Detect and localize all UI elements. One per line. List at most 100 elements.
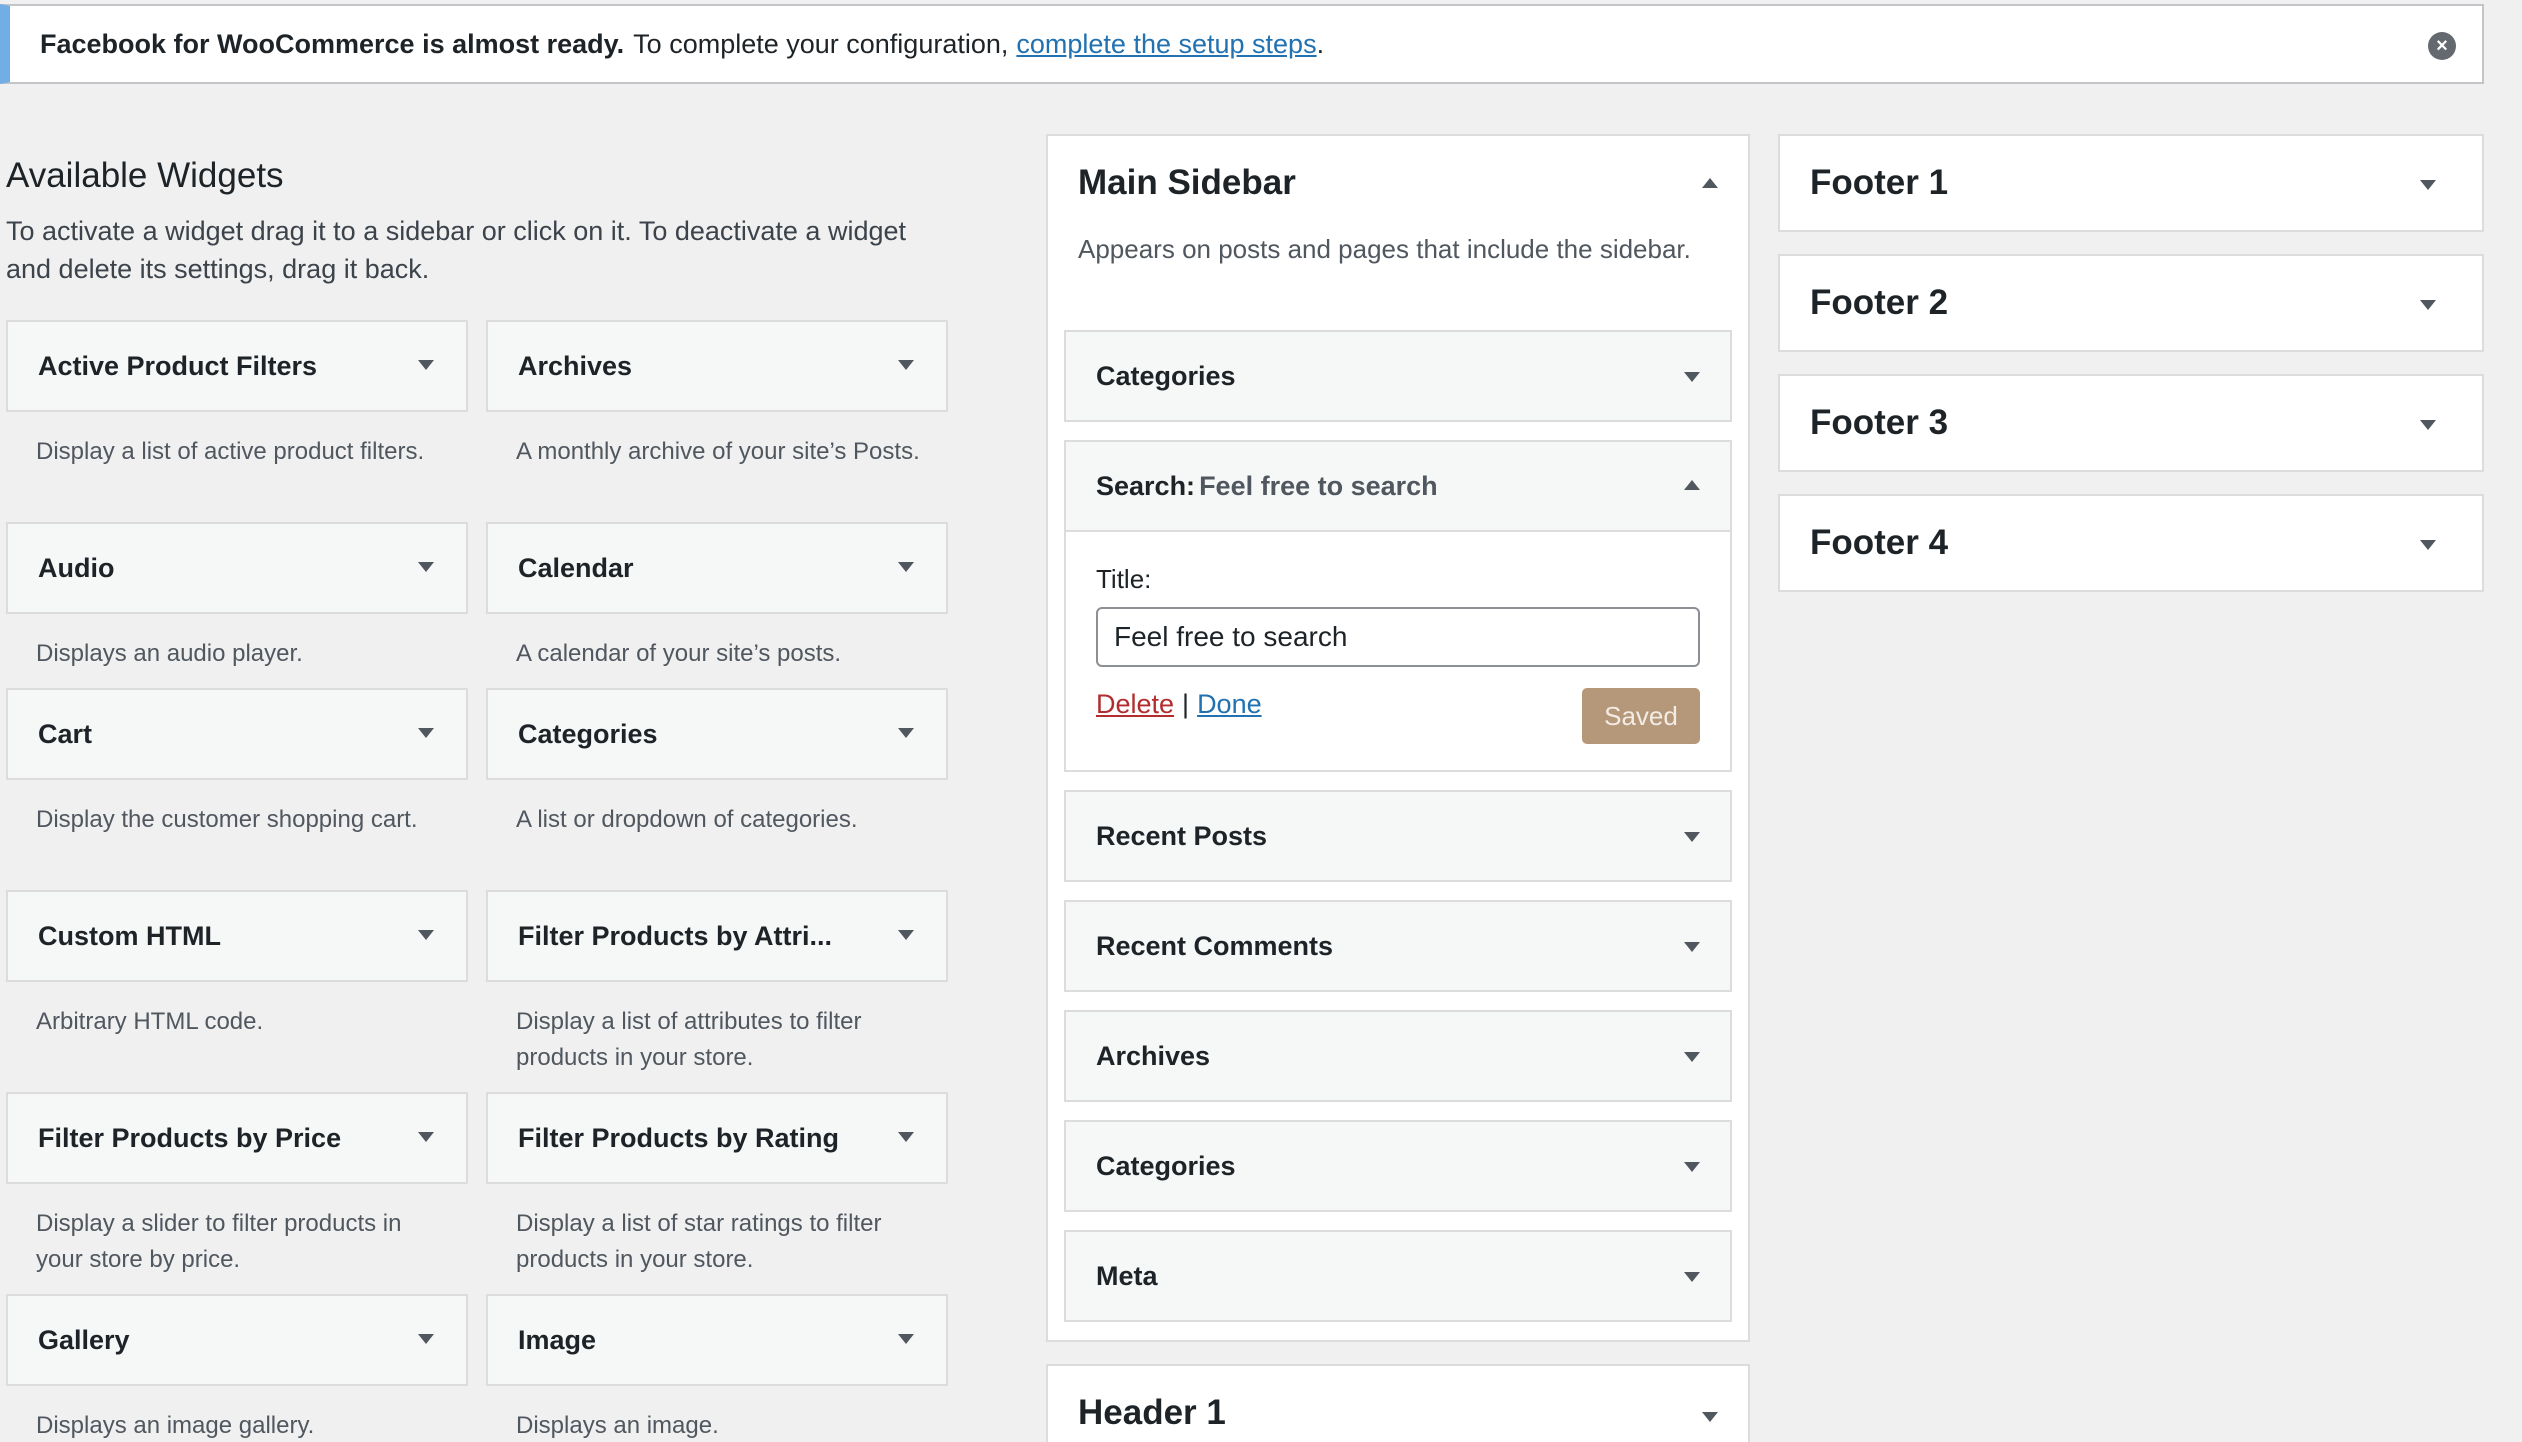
widget-title-bar[interactable]: Filter Products by Price [6,1092,468,1184]
sidebar-widget-categories[interactable]: Categories [1064,330,1732,422]
widget-title-bar[interactable]: Cart [6,688,468,780]
widget-title-bar[interactable]: Custom HTML [6,890,468,982]
main-sidebar-description: Appears on posts and pages that include … [1078,234,1691,264]
widget-title-bar[interactable]: Filter Products by Rating [486,1092,948,1184]
widget-title-bar[interactable]: Image [486,1294,948,1386]
chevron-down-icon[interactable] [418,1132,434,1142]
chevron-down-icon[interactable] [418,930,434,940]
widget-title-bar[interactable]: Archives [486,320,948,412]
main-sidebar-area: Main Sidebar Appears on posts and pages … [1046,134,1750,1342]
widget-title: Active Product Filters [38,350,318,381]
chevron-down-icon[interactable] [898,1334,914,1344]
title-field[interactable] [1096,607,1700,667]
sidebar-widget-meta[interactable]: Meta [1064,1230,1732,1322]
search-widget-settings: Title: Delete |Done Saved [1066,530,1730,770]
sidebar-widget-title: Categories [1096,360,1236,391]
chevron-down-icon[interactable] [1684,372,1700,382]
header-1-area[interactable]: Header 1 [1046,1364,1750,1442]
widget-description: Display a slider to filter products in y… [36,1210,402,1273]
action-separator: | [1182,689,1190,719]
sidebar-widget-recent-comments[interactable]: Recent Comments [1064,900,1732,992]
footer-3-area[interactable]: Footer 3 [1778,374,2484,472]
sidebar-widget-search[interactable]: Search: Feel free to search Title: Delet… [1064,440,1732,772]
sidebar-widget-title: Recent Comments [1096,930,1334,961]
chevron-down-icon[interactable] [898,562,914,572]
sidebar-widget-title-bar[interactable]: Archives [1066,1012,1730,1100]
widget-title-bar[interactable]: Calendar [486,522,948,614]
widget-title-bar[interactable]: Filter Products by Attri... [486,890,948,982]
sidebar-widget-categories-2[interactable]: Categories [1064,1120,1732,1212]
widget-title: Filter Products by Attri... [518,920,833,951]
chevron-down-icon[interactable] [418,562,434,572]
chevron-up-icon[interactable] [1702,178,1718,188]
header-1-header[interactable]: Header 1 [1048,1366,1748,1442]
chevron-down-icon[interactable] [898,360,914,370]
widget-filter-products-by-price[interactable]: Filter Products by Price Display a slide… [6,1092,468,1278]
available-widgets-description: To activate a widget drag it to a sideba… [6,216,906,284]
widget-title-bar[interactable]: Categories [486,688,948,780]
sidebar-widget-title-bar[interactable]: Recent Posts [1066,792,1730,880]
saved-button[interactable]: Saved [1582,688,1700,744]
widget-active-product-filters[interactable]: Active Product Filters Display a list of… [6,320,468,470]
widget-title: Calendar [518,552,634,583]
sidebar-widget-title-bar[interactable]: Categories [1066,332,1730,420]
widget-description: A list or dropdown of categories. [516,806,858,833]
sidebar-widget-title: Archives [1096,1040,1211,1071]
main-sidebar-header[interactable]: Main Sidebar [1048,136,1748,230]
widget-image[interactable]: Image Displays an image. [486,1294,948,1442]
widget-title-bar[interactable]: Gallery [6,1294,468,1386]
chevron-down-icon[interactable] [1684,1052,1700,1062]
sidebar-widget-title-bar[interactable]: Recent Comments [1066,902,1730,990]
chevron-down-icon[interactable] [1684,1162,1700,1172]
chevron-down-icon[interactable] [2420,420,2436,430]
footer-4-area[interactable]: Footer 4 [1778,494,2484,592]
chevron-down-icon[interactable] [418,1334,434,1344]
chevron-down-icon[interactable] [2420,180,2436,190]
chevron-down-icon[interactable] [418,728,434,738]
main-sidebar-title: Main Sidebar [1078,163,1296,202]
done-link[interactable]: Done [1197,689,1262,719]
sidebar-widget-archives[interactable]: Archives [1064,1010,1732,1102]
widget-title-bar[interactable]: Active Product Filters [6,320,468,412]
chevron-down-icon[interactable] [1684,832,1700,842]
chevron-down-icon[interactable] [2420,300,2436,310]
sidebar-widget-title-bar[interactable]: Search: Feel free to search [1066,442,1730,530]
chevron-down-icon[interactable] [418,360,434,370]
chevron-down-icon[interactable] [1684,942,1700,952]
widget-custom-html[interactable]: Custom HTML Arbitrary HTML code. [6,890,468,1040]
chevron-down-icon[interactable] [898,930,914,940]
widget-categories[interactable]: Categories A list or dropdown of categor… [486,688,948,838]
sidebar-widget-title: Meta [1096,1260,1158,1291]
setup-steps-link[interactable]: complete the setup steps [1016,29,1316,60]
chevron-down-icon[interactable] [898,728,914,738]
sidebar-widget-recent-posts[interactable]: Recent Posts [1064,790,1732,882]
delete-link[interactable]: Delete [1096,689,1174,719]
widget-description: Display a list of star ratings to filter… [516,1210,882,1273]
widget-calendar[interactable]: Calendar A calendar of your site’s posts… [486,522,948,672]
footer-2-area[interactable]: Footer 2 [1778,254,2484,352]
footer-title: Footer 4 [1810,523,1949,562]
widget-title: Audio [38,552,115,583]
widget-title: Gallery [38,1324,130,1355]
widget-filter-products-by-attribute[interactable]: Filter Products by Attri... Display a li… [486,890,948,1076]
footer-1-area[interactable]: Footer 1 [1778,134,2484,232]
chevron-down-icon[interactable] [1702,1412,1718,1422]
dismiss-notice-icon[interactable]: × [2428,32,2456,60]
widget-title-bar[interactable]: Audio [6,522,468,614]
sidebar-widget-title: Recent Posts [1096,820,1268,851]
widget-cart[interactable]: Cart Display the customer shopping cart. [6,688,468,838]
widget-description: Display a list of active product filters… [36,438,425,465]
widget-archives[interactable]: Archives A monthly archive of your site’… [486,320,948,470]
sidebar-widget-title-bar[interactable]: Categories [1066,1122,1730,1210]
widget-audio[interactable]: Audio Displays an audio player. [6,522,468,672]
widget-gallery[interactable]: Gallery Displays an image gallery. [6,1294,468,1442]
widget-filter-products-by-rating[interactable]: Filter Products by Rating Display a list… [486,1092,948,1278]
chevron-up-icon[interactable] [1684,480,1700,490]
sidebar-widget-subtitle: Feel free to search [1199,470,1438,501]
sidebar-widget-title-bar[interactable]: Meta [1066,1232,1730,1320]
header-1-title: Header 1 [1078,1393,1226,1432]
chevron-down-icon[interactable] [2420,540,2436,550]
footer-title: Footer 3 [1810,403,1949,442]
chevron-down-icon[interactable] [1684,1272,1700,1282]
chevron-down-icon[interactable] [898,1132,914,1142]
